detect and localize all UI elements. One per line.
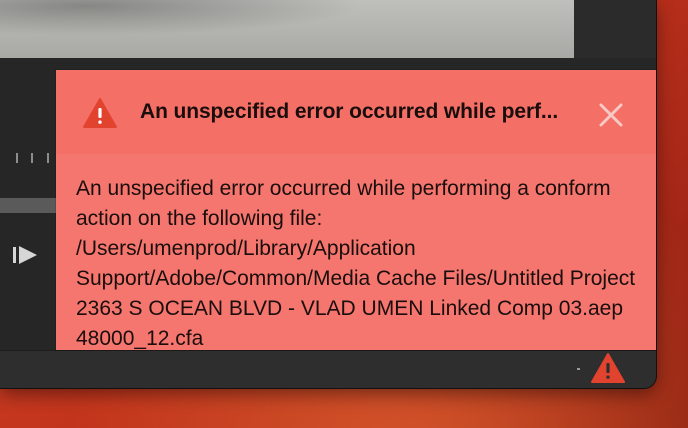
timeline-ruler <box>14 153 58 165</box>
preview-margin <box>574 0 656 58</box>
status-warning-icon[interactable] <box>590 352 626 384</box>
warning-icon <box>82 97 118 129</box>
status-bar <box>0 350 656 388</box>
error-title: An unspecified error occurred while perf… <box>140 100 559 123</box>
close-icon[interactable] <box>597 101 625 129</box>
scrub-bar[interactable] <box>0 198 60 213</box>
status-indicator <box>577 368 580 370</box>
error-notification: An unspecified error occurred while perf… <box>56 70 656 350</box>
error-message: An unspecified error occurred while perf… <box>76 177 636 350</box>
step-play-icon[interactable] <box>12 244 40 266</box>
video-preview <box>0 0 574 58</box>
error-header: An unspecified error occurred while perf… <box>56 70 656 154</box>
